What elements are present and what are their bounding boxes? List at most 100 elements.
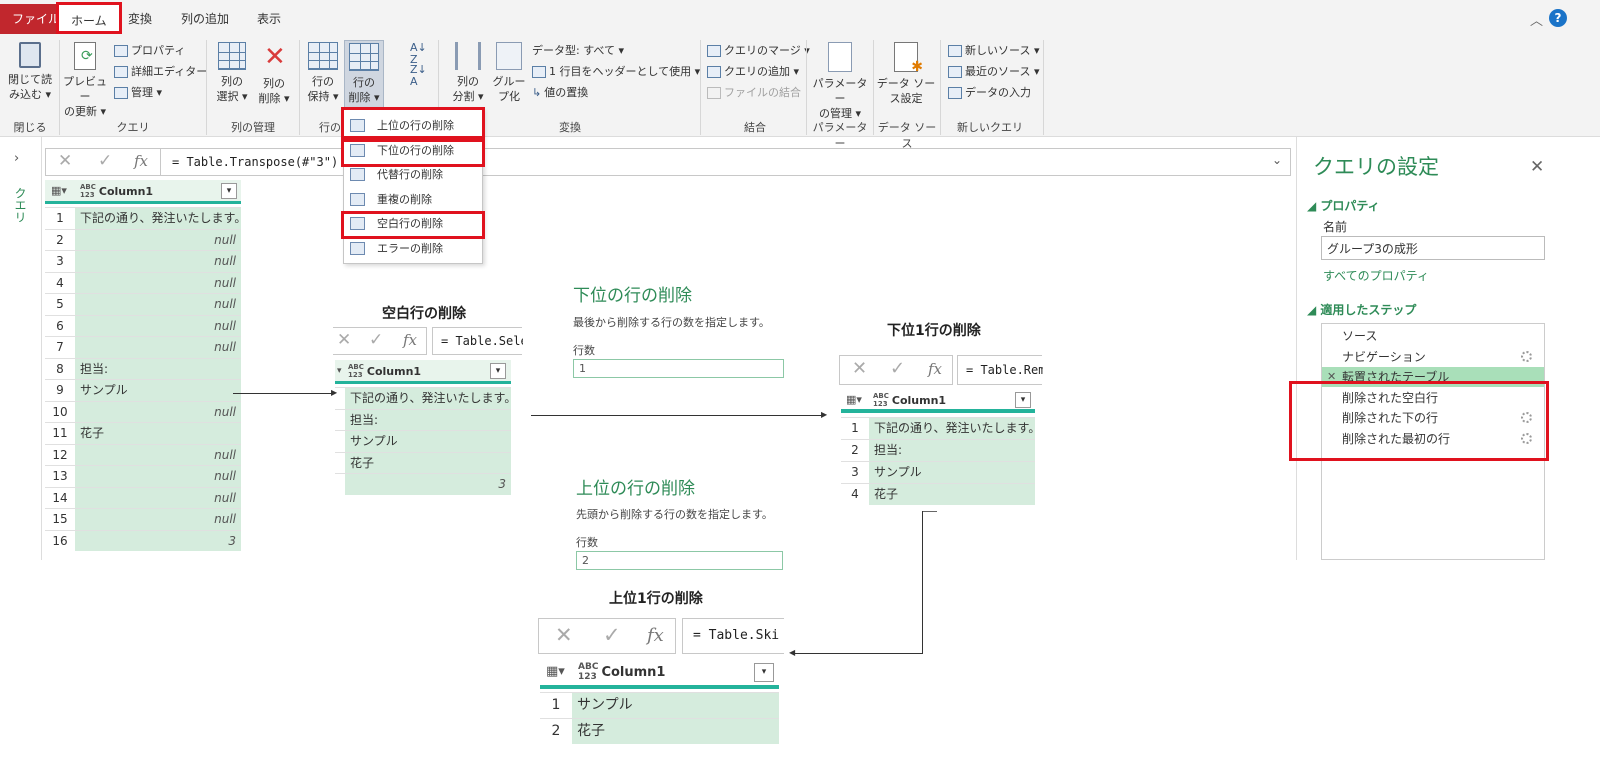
table-cell[interactable]: 担当: [75,358,241,379]
cancel-icon[interactable]: ✕ [58,151,72,171]
keep-rows-button[interactable]: 行の 保持 ▾ [304,40,342,104]
filter-dropdown-icon[interactable]: ▾ [754,663,774,682]
replace-values-button[interactable]: ↳ 値の置換 [532,84,588,102]
table-row[interactable]: 16 3 [45,529,241,551]
data-type-dropdown[interactable]: データ型: すべて ▾ [532,42,624,60]
formula-input[interactable]: = Table.Ski [693,628,785,643]
table-cell[interactable]: null [75,272,241,293]
tab-home[interactable]: ホーム [56,2,122,34]
table-cell[interactable]: サンプル [572,693,779,718]
query-name-input[interactable]: グループ3の成形 [1321,236,1545,260]
preview-refresh-button[interactable]: ⟳ プレビュー の更新 ▾ [62,40,108,119]
new-source-button[interactable]: 新しいソース ▾ [948,42,1039,60]
table-row[interactable]: サンプル [335,430,511,452]
remove-columns-button[interactable]: ✕ 列の 削除 ▾ [254,40,294,106]
table-row[interactable]: 3 サンプル [841,461,1035,483]
check-icon[interactable]: ✓ [369,330,383,350]
merge-queries-button[interactable]: クエリのマージ ▾ [707,42,810,60]
append-queries-button[interactable]: クエリの追加 ▾ [707,63,799,81]
table-row[interactable]: 4 花子 [841,483,1035,505]
applied-step[interactable]: ソース [1342,326,1544,346]
table-menu-icon[interactable]: ▦▾ [51,184,67,197]
table-row[interactable]: 12 null [45,443,241,465]
table-cell[interactable]: 下記の通り、発注いたします。 [75,208,241,229]
table-row[interactable]: 1 下記の通り、発注いたします。 [45,207,241,229]
table-row[interactable]: 15 null [45,508,241,530]
table-row[interactable]: 13 null [45,465,241,487]
properties-section[interactable]: ◢ プロパティ [1307,197,1380,214]
menu-item-remove-duplicates[interactable]: 重複の削除 [344,188,484,212]
filter-dropdown-icon[interactable]: ▾ [221,183,237,199]
table-row[interactable]: 2 花子 [540,718,779,744]
sort-descending-icon[interactable]: Z↓ A [410,64,427,88]
use-first-row-button[interactable]: 1 行目をヘッダーとして使用 ▾ [532,63,700,81]
tab-transform[interactable]: 変換 [118,6,162,32]
table-row[interactable]: 8 担当: [45,357,241,379]
remove-rows-button[interactable]: 行の 削除 ▾ [344,40,384,108]
expand-formula-icon[interactable]: ⌄ [1272,153,1282,167]
table-row[interactable]: 2 担当: [841,439,1035,461]
table-row[interactable]: 下記の通り、発注いたします。 [335,387,511,409]
check-icon[interactable]: ✓ [890,358,905,379]
properties-button[interactable]: プロパティ [114,42,185,60]
table-row[interactable]: 9 サンプル [45,379,241,401]
bottom-rows-input[interactable]: 1 [573,359,784,378]
all-properties-link[interactable]: すべてのプロパティ [1323,267,1429,284]
formula-input[interactable]: = Table.Sele [441,334,523,348]
menu-item-remove-errors[interactable]: エラーの削除 [344,237,484,261]
cancel-icon[interactable]: ✕ [337,330,351,350]
table-cell[interactable]: 花子 [869,484,1035,505]
table-cell[interactable]: null [75,487,241,508]
formula-input-box[interactable]: = Table.Rem [957,355,1043,385]
table-row[interactable]: 3 null [45,250,241,272]
table-cell[interactable]: null [75,229,241,250]
table-menu-icon[interactable]: ▦▾ [846,393,862,406]
type-icon[interactable]: ABC 123 [578,662,598,682]
enter-data-button[interactable]: データの入力 [948,84,1031,102]
filter-dropdown-icon[interactable]: ▾ [490,363,506,379]
table-menu-icon[interactable]: ▾ [337,366,342,376]
gear-icon[interactable] [1521,350,1532,362]
table-cell[interactable]: null [75,337,241,358]
manage-button[interactable]: 管理 ▾ [114,84,162,102]
table-cell[interactable]: サンプル [345,431,511,452]
tab-add-column[interactable]: 列の追加 [171,6,239,32]
table-cell[interactable]: null [75,509,241,530]
expand-queries-icon[interactable]: › [14,151,19,166]
table-row[interactable]: 14 null [45,486,241,508]
table-cell[interactable]: 担当: [869,440,1035,461]
table-cell[interactable]: 担当: [345,409,511,430]
tab-view[interactable]: 表示 [247,6,291,32]
table-cell[interactable]: 3 [345,474,511,495]
cancel-icon[interactable]: ✕ [852,358,867,379]
table-row[interactable]: 7 null [45,336,241,358]
table-row[interactable]: 4 null [45,271,241,293]
advanced-editor-button[interactable]: 詳細エディター [114,63,207,81]
table-cell[interactable]: null [75,444,241,465]
type-icon[interactable]: ABC 123 [873,392,889,408]
table-row[interactable]: 担当: [335,408,511,430]
table-cell[interactable]: null [75,401,241,422]
combine-files-button[interactable]: ファイルの結合 [707,84,801,102]
table-row[interactable]: 3 [335,473,511,495]
table-cell[interactable]: null [75,294,241,315]
formula-input-box[interactable]: = Table.Sele [432,327,523,355]
applied-steps-section[interactable]: ◢ 適用したステップ [1307,301,1416,318]
top-rows-input[interactable]: 2 [576,551,783,570]
applied-step[interactable]: ナビゲーション [1342,347,1544,367]
table-menu-icon[interactable]: ▦▾ [546,664,565,679]
table-cell[interactable]: 花子 [75,423,241,444]
table-cell[interactable]: サンプル [75,380,241,401]
table-row[interactable]: 花子 [335,451,511,473]
table-row[interactable]: 11 花子 [45,422,241,444]
table-cell[interactable]: 花子 [345,452,511,473]
split-column-button[interactable]: 列の 分割 ▾ [448,40,488,104]
table-cell[interactable]: 花子 [572,719,779,744]
table-row[interactable]: 6 null [45,314,241,336]
table-cell[interactable]: 下記の通り、発注いたします。 [869,418,1035,439]
collapse-ribbon-icon[interactable]: ︿ [1530,10,1543,29]
help-icon[interactable]: ? [1549,9,1567,27]
table-row[interactable]: 1 下記の通り、発注いたします。 [841,417,1035,439]
table-cell[interactable]: 下記の通り、発注いたします。 [345,388,511,409]
type-icon[interactable]: ABC 123 [80,183,96,199]
